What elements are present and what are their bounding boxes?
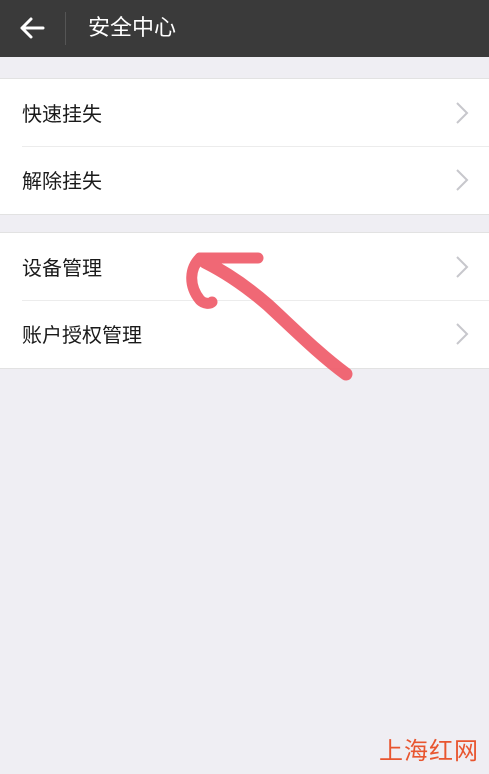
section-loss-report: 快速挂失 解除挂失: [0, 78, 489, 215]
chevron-right-icon: [456, 101, 469, 124]
back-button[interactable]: [12, 10, 52, 46]
chevron-right-icon: [456, 322, 469, 345]
watermark: 上海红网: [379, 737, 479, 765]
chevron-right-icon: [456, 255, 469, 278]
menu-item-label: 快速挂失: [22, 102, 102, 126]
menu-item-quick-report-loss[interactable]: 快速挂失: [0, 79, 489, 146]
menu-item-account-authorization[interactable]: 账户授权管理: [0, 300, 489, 367]
menu-item-device-management[interactable]: 设备管理: [0, 233, 489, 300]
menu-item-label: 账户授权管理: [22, 323, 142, 347]
chevron-right-icon: [456, 168, 469, 191]
menu-item-label: 解除挂失: [22, 169, 102, 193]
menu-item-cancel-report-loss[interactable]: 解除挂失: [0, 146, 489, 213]
arrow-left-icon: [20, 17, 45, 39]
page-title: 安全中心: [88, 16, 177, 41]
section-device-auth: 设备管理 账户授权管理: [0, 232, 489, 369]
top-bar: 安全中心: [0, 0, 489, 57]
header-divider: [65, 12, 66, 45]
menu-item-label: 设备管理: [22, 256, 102, 280]
